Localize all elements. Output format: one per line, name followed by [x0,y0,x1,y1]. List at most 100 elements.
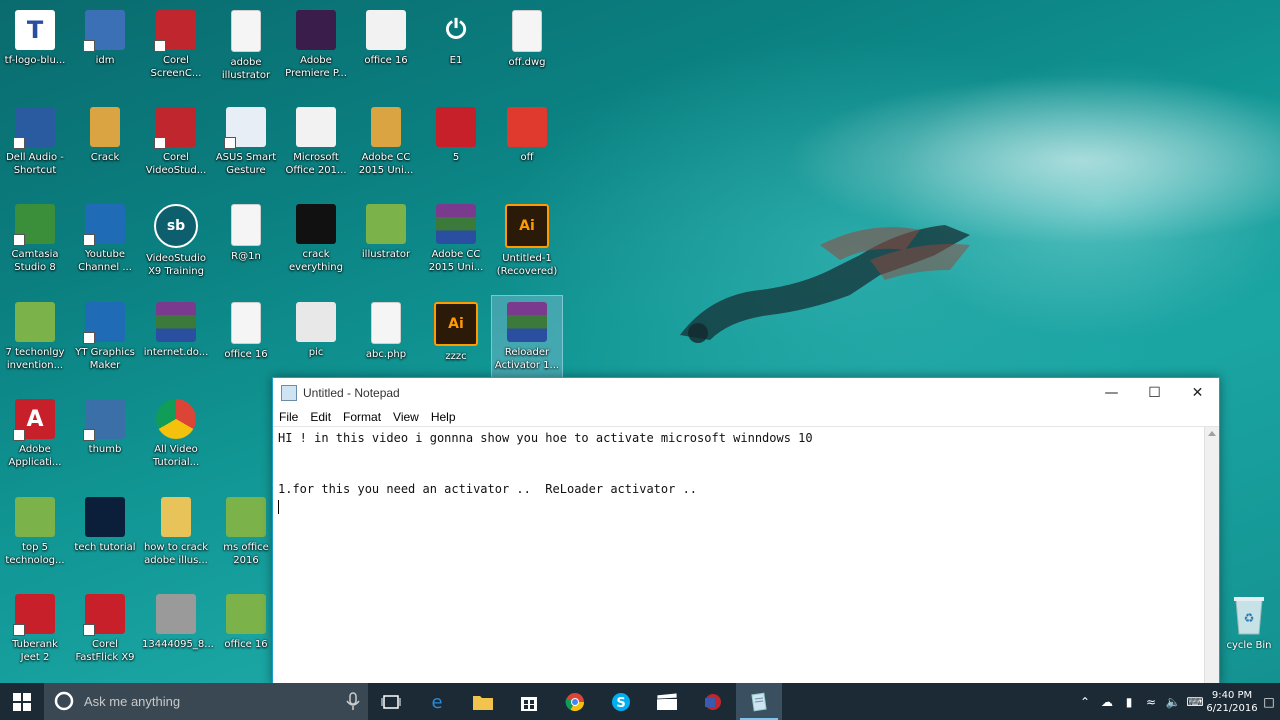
parrot-icon [83,302,125,344]
chrome-taskbar-button[interactable] [552,683,598,720]
desktop-icon-video-black[interactable]: crack everything [281,198,351,293]
desktop-icon-label: VideoStudio X9 Training [146,253,206,277]
desktop-icon-document[interactable]: office 16 [211,296,281,391]
desktop-icon-office[interactable]: office 16 [351,4,421,99]
desktop-icon-office-red[interactable]: off [492,101,562,196]
menu-file[interactable]: File [273,410,304,424]
desktop-icon-label: off [520,152,534,163]
desktop-icon-dell-audio[interactable]: Dell Audio - Shortcut [0,101,70,196]
desktop-icon-label: thumb [88,444,122,455]
clapperboard-icon [656,692,678,710]
chevron-up-icon[interactable]: ⌃ [1074,695,1096,709]
close-button[interactable]: ✕ [1176,378,1219,407]
task-view-button[interactable] [368,683,414,720]
notepad-window[interactable]: Untitled - Notepad — ☐ ✕ File Edit Forma… [272,377,1220,685]
file-explorer-taskbar-button[interactable] [460,683,506,720]
desktop-icon-photo[interactable]: 13444095_8... [141,588,214,683]
desktop-icon-ccleaner[interactable]: 5 [421,101,491,196]
desktop-icon-folder[interactable]: how to crack adobe illus... [141,491,211,586]
notepad-titlebar[interactable]: Untitled - Notepad — ☐ ✕ [273,378,1219,407]
ai-icon: Ai [434,302,478,346]
clock[interactable]: 9:40 PM 6/21/2016 [1206,689,1258,715]
vertical-scrollbar[interactable] [1204,427,1219,684]
skype-taskbar-button[interactable]: S [598,683,644,720]
desktop-icon-parrot[interactable]: Youtube Channel ... [70,198,140,293]
desktop-icon-document[interactable]: adobe illustrator [211,4,281,99]
desktop-icon-premiere[interactable]: Adobe Premiere P... [281,4,351,99]
battery-icon[interactable]: ▮ [1118,695,1140,709]
winrar-icon [156,302,196,342]
menu-edit[interactable]: Edit [304,410,337,424]
menu-format[interactable]: Format [337,410,387,424]
desktop-icon-asus[interactable]: ASUS Smart Gesture [211,101,281,196]
video-green-icon [15,497,55,537]
desktop-icon-video-green[interactable]: office 16 [211,588,281,683]
maximize-button[interactable]: ☐ [1133,378,1176,407]
desktop-icon-folder-red[interactable]: Crack [70,101,140,196]
ai-icon: Ai [505,204,549,248]
desktop-icon-chrome[interactable]: All Video Tutorial... [141,393,211,488]
desktop-icon-video-green[interactable]: illustrator [351,198,421,293]
cloud-icon[interactable]: ☁ [1096,695,1118,709]
keyboard-icon[interactable]: ⌨ [1184,695,1206,709]
start-button[interactable] [0,683,44,720]
desktop-icon-corel-screencap[interactable]: Corel ScreenC... [141,4,211,99]
tf-logo-icon: T [15,10,55,50]
minimize-button[interactable]: — [1090,378,1133,407]
desktop-icon-video-green[interactable]: ms office 2016 [211,491,281,586]
video-editor-taskbar-button[interactable] [644,683,690,720]
diver-wallpaper-figure [680,225,970,343]
desktop-icon-ai[interactable]: Ai Untitled-1 (Recovered) [492,198,562,293]
desktop-icon-camtasia[interactable]: Camtasia Studio 8 [0,198,70,293]
edge-taskbar-button[interactable]: e [414,683,460,720]
desktop-icon-parrot[interactable]: YT Graphics Maker [70,296,140,391]
desktop-icon-folder-red[interactable]: Adobe CC 2015 Uni... [351,101,421,196]
idm-icon [83,10,125,52]
window-title: Untitled - Notepad [303,385,400,400]
microphone-icon[interactable] [338,683,368,720]
desktop-icon-label: Adobe Applicati... [8,444,62,468]
svg-text:e: e [431,692,442,712]
notepad-taskbar-button[interactable] [736,683,782,720]
svg-text:♻: ♻ [1244,611,1255,625]
desktop-icon-video-green[interactable]: 7 techonlgy invention... [0,296,70,391]
menu-view[interactable]: View [387,410,425,424]
cortana-search-box[interactable]: Ask me anything [44,683,368,720]
desktop-icon-tuberank[interactable]: Tuberank Jeet 2 [0,588,70,683]
desktop-icon-label: idm [95,55,115,66]
ccleaner-icon [436,107,476,147]
desktop-icon-idm[interactable]: idm [70,4,140,99]
store-taskbar-button[interactable] [506,683,552,720]
desktop-icon-document[interactable]: R@1n [211,198,281,293]
recycle-bin-icon-img: ♻ [1234,597,1264,635]
desktop-icon-thumb[interactable]: thumb [70,393,140,488]
desktop-icon-winrar[interactable]: Adobe CC 2015 Uni... [421,198,491,293]
action-center-icon[interactable]: □ [1258,695,1280,709]
desktop-icon-corel-video[interactable]: Corel VideoStud... [141,101,211,196]
desktop-icon-label: illustrator [361,249,411,260]
desktop-icon-label: office 16 [224,349,268,360]
corel-taskbar-button[interactable] [690,683,736,720]
desktop-icon-power[interactable]: ⏻ E1 [421,4,491,99]
volume-icon[interactable]: 🔈 [1162,695,1184,709]
desktop-icon-sb[interactable]: sb VideoStudio X9 Training [141,198,211,293]
folder-red-icon [90,107,120,147]
desktop-icon-adobe[interactable]: A Adobe Applicati... [0,393,70,488]
winrar-icon [507,302,547,342]
desktop-icon-label: Tuberank Jeet 2 [12,639,58,663]
wifi-icon[interactable]: ≈ [1140,695,1162,709]
desktop-icon-office[interactable]: Microsoft Office 201... [281,101,351,196]
desktop-icon-document[interactable]: off.dwg [492,4,562,99]
video-green-icon [15,302,55,342]
recycle-bin-icon[interactable]: ♻ cycle Bin [1218,594,1280,651]
desktop-icon-label: adobe illustrator [221,57,271,81]
menu-help[interactable]: Help [425,410,462,424]
desktop-icon-tech[interactable]: tech tutorial [70,491,140,586]
desktop-icon-video-green[interactable]: top 5 technolog... [0,491,70,586]
desktop-icon-winrar[interactable]: internet.do... [141,296,211,391]
desktop-icon-label: internet.do... [143,347,209,358]
text-editor-area[interactable]: HI ! in this video i gonnna show you hoe… [273,427,1205,684]
desktop-icon-tf-logo[interactable]: Ttf-logo-blu... [0,4,70,99]
desktop-icon-fastflick[interactable]: Corel FastFlick X9 [70,588,140,683]
document-icon [231,10,261,52]
